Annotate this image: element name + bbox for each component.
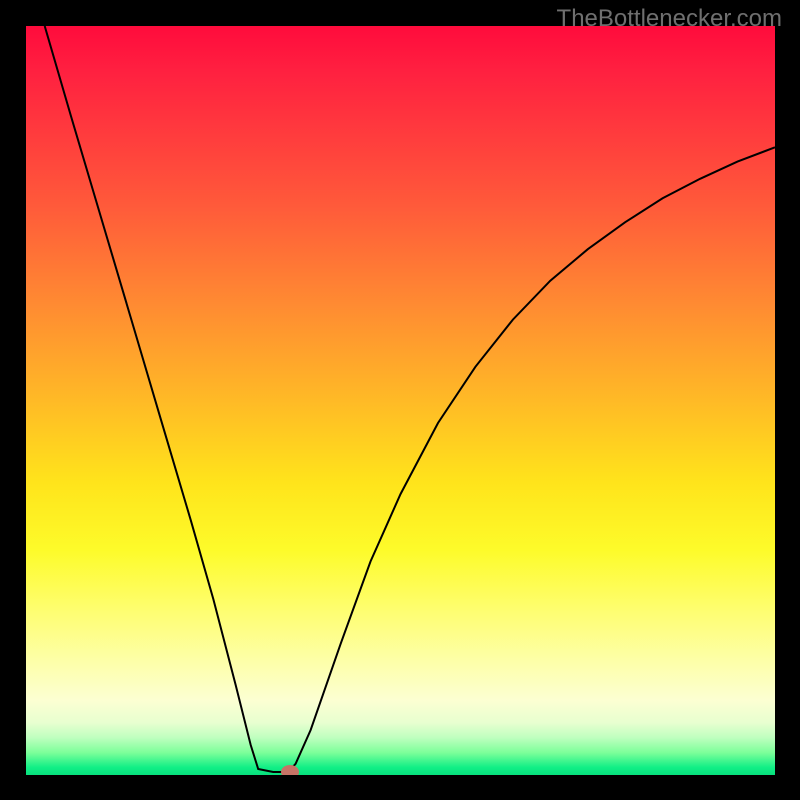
plot-area [26,26,775,775]
chart-curve [26,26,775,775]
watermark-text: TheBottlenecker.com [557,5,782,33]
marker-dot [281,765,299,775]
